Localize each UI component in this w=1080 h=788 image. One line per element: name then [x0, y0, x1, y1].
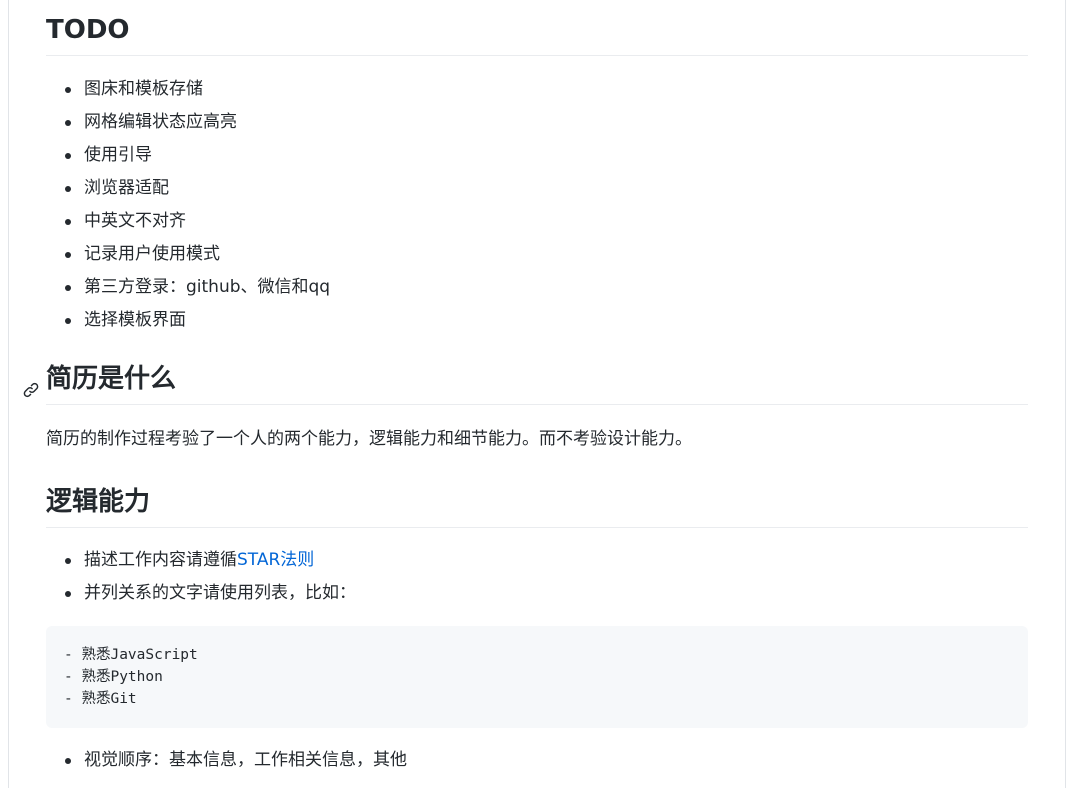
code-line: - 熟悉Git: [64, 691, 137, 707]
code-line: - 熟悉JavaScript: [64, 647, 198, 663]
logic-list: 描述工作内容请遵循STAR法则 并列关系的文字请使用列表，比如：: [46, 544, 1028, 610]
list-item: 第三方登录：github、微信和qq: [46, 271, 1028, 304]
heading-logic-text: 逻辑能力: [46, 487, 151, 517]
heading-todo-text: TODO: [46, 15, 130, 45]
list-item: 浏览器适配: [46, 172, 1028, 205]
star-rule-link[interactable]: STAR法则: [237, 550, 314, 570]
list-item: 网格编辑状态应高亮: [46, 106, 1028, 139]
code-line: - 熟悉Python: [64, 669, 163, 685]
resume-paragraph: 简历的制作过程考验了一个人的两个能力，逻辑能力和细节能力。而不考验设计能力。: [46, 429, 692, 449]
link-icon[interactable]: [22, 371, 40, 398]
list-item: 记录用户使用模式: [46, 238, 1028, 271]
heading-logic: 逻辑能力: [46, 482, 1028, 528]
list-item: 中英文不对齐: [46, 205, 1028, 238]
todo-list: 图床和模板存储 网格编辑状态应高亮 使用引导 浏览器适配 中英文不对齐 记录用户…: [46, 73, 1028, 337]
code-block: - 熟悉JavaScript - 熟悉Python - 熟悉Git: [46, 626, 1028, 728]
list-item: 描述工作内容请遵循STAR法则: [46, 544, 1028, 577]
list-item-text: 描述工作内容请遵循: [84, 550, 237, 570]
list-item: 视觉顺序：基本信息，工作相关信息，其他: [46, 744, 1028, 777]
list-item: 并列关系的文字请使用列表，比如：: [46, 577, 1028, 610]
markdown-body: TODO 图床和模板存储 网格编辑状态应高亮 使用引导 浏览器适配 中英文不对齐…: [23, 0, 1028, 777]
heading-resume: 简历是什么: [23, 359, 1028, 405]
list-item: 图床和模板存储: [46, 73, 1028, 106]
list-item: 使用引导: [46, 139, 1028, 172]
heading-todo: TODO: [46, 0, 1028, 56]
logic-list-continued: 视觉顺序：基本信息，工作相关信息，其他: [46, 744, 1028, 777]
heading-resume-text: 简历是什么: [46, 364, 177, 394]
list-item: 选择模板界面: [46, 304, 1028, 337]
